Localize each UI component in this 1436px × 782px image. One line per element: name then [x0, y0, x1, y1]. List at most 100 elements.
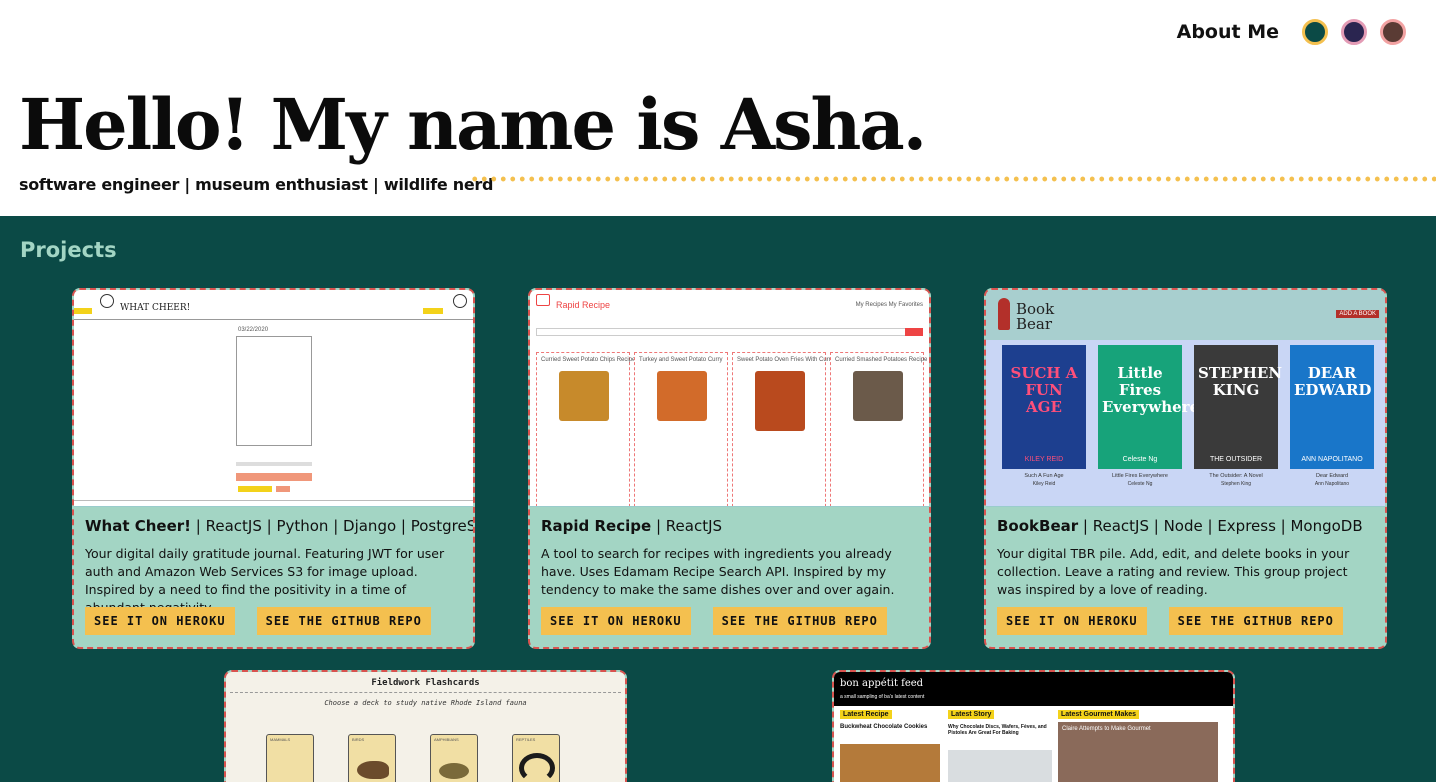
book-caption: Little Fires Everywhere: [1112, 473, 1168, 479]
ba-column-label: Latest Recipe: [840, 710, 892, 719]
wc-nav-badge: [74, 308, 92, 314]
ba-column-label: Latest Gourmet Makes: [1058, 710, 1140, 719]
project-card-bookbear: Book Bear ADD A BOOK SUCH A FUN AGE KILEY…: [984, 288, 1387, 649]
card-body: BookBear | ReactJS | Node | Express | Mo…: [986, 507, 1385, 647]
book-author: Kiley Reid: [1032, 481, 1056, 487]
book-cover: SUCH A FUN AGE KILEY REID: [1002, 345, 1086, 469]
projects-section: Projects WHAT CHEER! 03/22/2020 What Che…: [0, 216, 1436, 782]
ba-headline: Why Chocolate Discs, Wafers, Fèves, and …: [948, 724, 1047, 736]
card-title-line: BookBear | ReactJS | Node | Express | Mo…: [997, 517, 1374, 535]
theme-teal-swatch[interactable]: [1302, 19, 1328, 45]
deck-card: BIRDS: [348, 734, 396, 782]
chocolate-photo: [948, 750, 1052, 782]
bear-logo-icon: [998, 298, 1010, 330]
wc-app-title: WHAT CHEER!: [120, 303, 191, 313]
tech-stack: | ReactJS: [651, 517, 723, 535]
hero: Hello! My name is Asha.: [19, 80, 927, 170]
card-buttons: SEE IT ON HEROKU SEE THE GITHUB REPO: [85, 607, 462, 635]
book-caption: Such A Fun Age: [1024, 473, 1064, 479]
tech-stack: | ReactJS | Python | Django | PostgreSQL: [191, 517, 475, 535]
ff-tagline: Choose a deck to study native Rhode Isla…: [324, 699, 527, 707]
rr-recipe-card: Curried Smashed Potatoes Recipe: [830, 352, 928, 506]
deck-card: AMPHIBIANS: [430, 734, 478, 782]
rr-app-title: Rapid Recipe: [556, 300, 611, 310]
card-buttons: SEE IT ON HEROKU SEE THE GITHUB REPO: [997, 607, 1374, 635]
recipe-photo: [853, 371, 903, 421]
github-button[interactable]: SEE THE GITHUB REPO: [1168, 607, 1343, 635]
book-caption: The Outsider: A Novel: [1209, 473, 1263, 479]
recipe-photo: [755, 371, 805, 431]
card-title-line: Rapid Recipe | ReactJS: [541, 517, 918, 535]
deck-label: BIRDS: [352, 737, 365, 742]
recipe-photo: [559, 371, 609, 421]
heroku-button[interactable]: SEE IT ON HEROKU: [85, 607, 235, 635]
theme-brown-swatch[interactable]: [1380, 19, 1406, 45]
sun-icon: [453, 294, 467, 308]
recipe-title: Turkey and Sweet Potato Curry: [639, 357, 723, 363]
tagline: software engineer | museum enthusiast | …: [19, 175, 494, 194]
book-cover-title: Little Fires Everywhere: [1102, 364, 1200, 416]
rr-recipe-card: Curried Sweet Potato Chips Recipe: [536, 352, 635, 506]
book-cover-title: STEPHEN KING: [1198, 364, 1283, 399]
ba-column: Latest Gourmet Makes Claire Attempts to …: [1058, 710, 1228, 782]
rr-nav: My Recipes My Favorites: [855, 302, 923, 308]
theme-navy-swatch[interactable]: [1341, 19, 1367, 45]
ba-app-title: bon appétit feed: [840, 678, 924, 689]
book-cover: STEPHEN KING THE OUTSIDER: [1194, 345, 1283, 469]
book-author: Celeste Ng: [1127, 481, 1153, 487]
project-name: What Cheer!: [85, 517, 192, 535]
bookbear-screenshot[interactable]: Book Bear ADD A BOOK SUCH A FUN AGE KILEY…: [986, 290, 1385, 507]
ba-tagline: a small sampling of ba's latest content: [840, 694, 925, 700]
deck-label: MAMMALS: [270, 737, 291, 742]
bon-appetit-screenshot[interactable]: bon appétit feed a small sampling of ba'…: [834, 672, 1233, 782]
fieldwork-screenshot[interactable]: Fieldwork Flashcards Choose a deck to st…: [226, 672, 625, 782]
wc-journal-image: [236, 336, 312, 446]
ba-column-label: Latest Story: [948, 710, 995, 719]
github-button[interactable]: SEE THE GITHUB REPO: [712, 607, 887, 635]
wc-file-input: [236, 462, 312, 466]
bb-add-book: ADD A BOOK: [1336, 310, 1379, 318]
recipe-title: Curried Smashed Potatoes Recipe: [835, 357, 928, 363]
book-cover-author: KILEY REID: [1024, 456, 1064, 463]
project-card-fieldwork-flashcards: Fieldwork Flashcards Choose a deck to st…: [224, 670, 627, 782]
ba-headline: Buckwheat Chocolate Cookies: [840, 724, 928, 730]
recipe-photo: [657, 371, 707, 421]
deck-label: AMPHIBIANS: [434, 737, 459, 742]
project-card-bon-appetit-feed: bon appétit feed a small sampling of ba'…: [832, 670, 1235, 782]
book-cover-title: SUCH A FUN AGE: [1010, 364, 1078, 416]
rr-recipe-card: Turkey and Sweet Potato Curry: [634, 352, 728, 506]
video-title: Claire Attempts to Make Gourmet: [1062, 726, 1151, 732]
recipe-title: Curried Sweet Potato Chips Recipe: [541, 357, 636, 363]
deck-label: REPTILES: [516, 737, 536, 742]
book-author: Ann Napolitano: [1314, 481, 1350, 487]
rr-search-button: [905, 328, 923, 336]
duck-illustration: [357, 761, 389, 779]
wc-action: [276, 486, 290, 492]
project-card-rapid-recipe: Rapid Recipe My Recipes My Favorites Cur…: [528, 288, 931, 649]
bb-logo-line2: Bear: [1016, 315, 1053, 333]
video-thumbnail: Claire Attempts to Make Gourmet: [1058, 722, 1218, 782]
wc-footer-line: [74, 500, 473, 501]
ff-divider: [230, 692, 621, 693]
card-body: Rapid Recipe | ReactJS A tool to search …: [530, 507, 929, 647]
github-button[interactable]: SEE THE GITHUB REPO: [256, 607, 431, 635]
about-me-link[interactable]: About Me: [1177, 21, 1279, 43]
rr-recipe-card: Sweet Potato Oven Fries With Curry-Honey…: [732, 352, 872, 506]
what-cheer-screenshot[interactable]: WHAT CHEER! 03/22/2020: [74, 290, 473, 507]
card-body: What Cheer! | ReactJS | Python | Django …: [74, 507, 473, 647]
card-title-line: What Cheer! | ReactJS | Python | Django …: [85, 517, 473, 535]
projects-heading: Projects: [20, 238, 117, 262]
wc-save-button: [236, 473, 312, 481]
deck-card: REPTILES: [512, 734, 560, 782]
wc-date: 03/22/2020: [238, 327, 269, 333]
wc-action: [238, 486, 272, 492]
project-description: A tool to search for recipes with ingred…: [541, 546, 895, 597]
rapid-recipe-screenshot[interactable]: Rapid Recipe My Recipes My Favorites Cur…: [530, 290, 929, 507]
heroku-button[interactable]: SEE IT ON HEROKU: [997, 607, 1147, 635]
dotted-divider: [470, 175, 1436, 183]
heroku-button[interactable]: SEE IT ON HEROKU: [541, 607, 691, 635]
book-caption: Dear Edward: [1315, 473, 1349, 479]
book-cover-author: THE OUTSIDER: [1209, 456, 1263, 463]
project-name: Rapid Recipe: [541, 517, 652, 535]
book-cover-title: DEAR EDWARD: [1294, 364, 1372, 399]
